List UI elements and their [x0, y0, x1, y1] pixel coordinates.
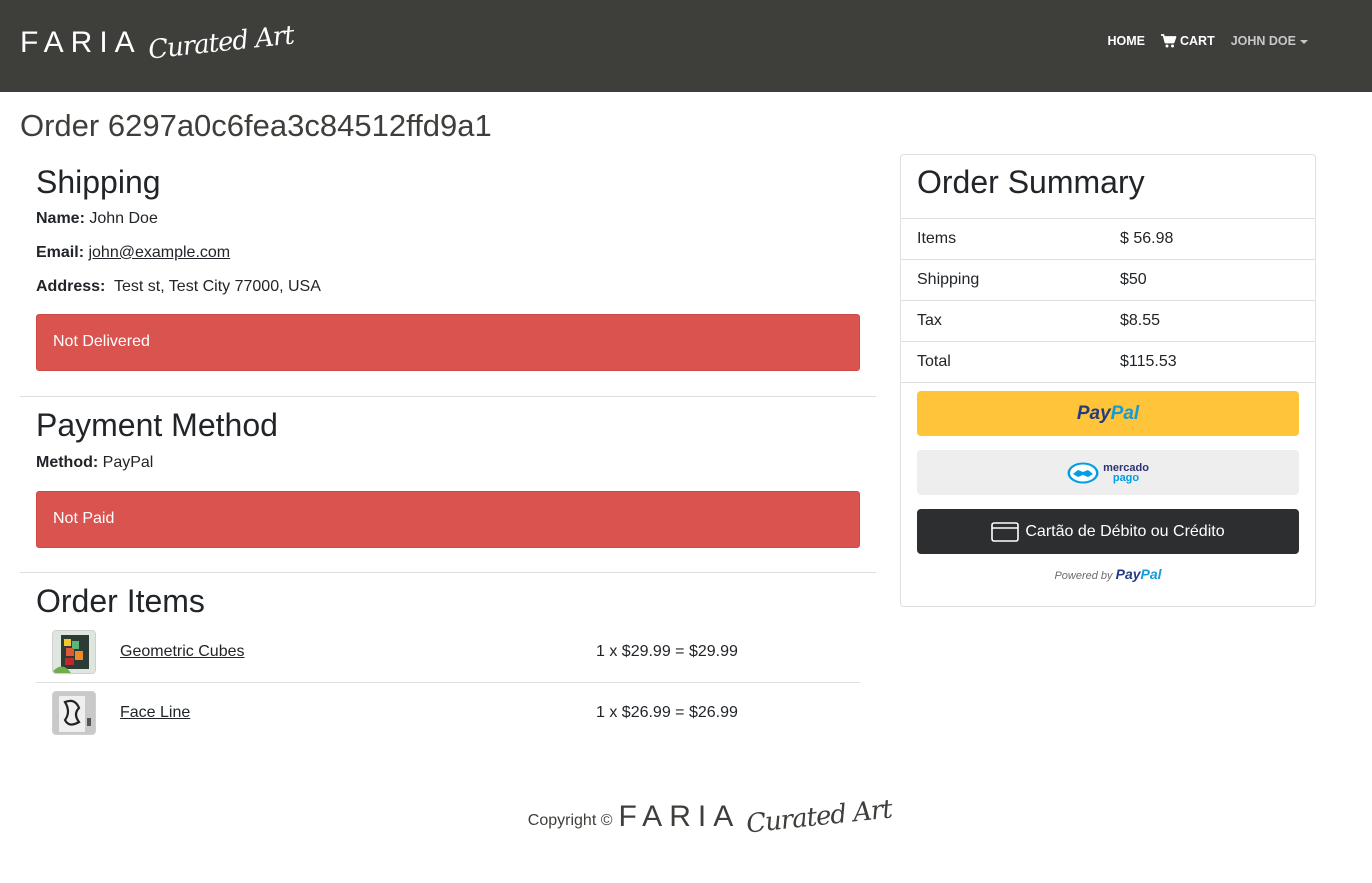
- item-price: 1 x $29.99 = $29.99: [596, 642, 738, 660]
- product-thumbnail[interactable]: [52, 691, 96, 736]
- order-items-section: Order Items Geometric Cubes 1 x $29.99 =…: [20, 583, 876, 744]
- shipping-email-link[interactable]: john@example.com: [88, 244, 230, 261]
- summary-value: $115.53: [1120, 353, 1177, 370]
- payment-heading: Payment Method: [36, 406, 278, 443]
- card-button-label: Cartão de Débito ou Crédito: [1025, 522, 1225, 540]
- product-link[interactable]: Face Line: [120, 704, 596, 722]
- product-thumbnail[interactable]: [52, 629, 96, 674]
- product-link[interactable]: Geometric Cubes: [120, 643, 596, 661]
- brand-word: FARIA: [20, 26, 142, 59]
- shipping-address-label: Address:: [36, 277, 106, 295]
- footer-brand-script: Curated Art: [745, 794, 894, 840]
- order-summary-card: Order Summary Items $ 56.98 Shipping $50…: [900, 154, 1316, 607]
- paypal-logo: PayPal: [1115, 566, 1162, 582]
- nav-home-label: HOME: [1107, 34, 1145, 48]
- delivery-status-alert: Not Delivered: [36, 313, 860, 371]
- footer-brand-word: FARIA: [618, 800, 741, 833]
- powered-by-paypal: Powered by PayPal: [917, 566, 1299, 582]
- navbar: FARIA Curated Art HOME CART JOHN DOE: [0, 0, 1372, 92]
- list-item: Geometric Cubes 1 x $29.99 = $29.99: [36, 621, 860, 682]
- order-details: Shipping Name: John Doe Email: john@exam…: [20, 156, 876, 743]
- debit-credit-card-button[interactable]: Cartão de Débito ou Crédito: [917, 509, 1299, 554]
- handshake-icon: [1067, 462, 1099, 483]
- item-price: 1 x $26.99 = $26.99: [596, 704, 738, 722]
- summary-value: $ 56.98: [1120, 230, 1174, 247]
- summary-label: Items: [917, 230, 957, 247]
- payment-method: Method: PayPal: [36, 454, 860, 472]
- product-image: [53, 630, 95, 673]
- shipping-email: Email: john@example.com: [36, 244, 860, 262]
- user-dropdown[interactable]: JOHN DOE: [1231, 34, 1308, 48]
- shipping-name-label: Name:: [36, 209, 85, 227]
- summary-row-total: Total $115.53: [901, 341, 1315, 382]
- order-items-list: Geometric Cubes 1 x $29.99 = $29.99 Face…: [36, 621, 860, 743]
- chevron-down-icon: [1300, 39, 1308, 44]
- payment-status-alert: Not Paid: [36, 490, 860, 548]
- shipping-section: Shipping Name: John Doe Email: john@exam…: [20, 164, 876, 396]
- cart-icon: [1160, 34, 1177, 48]
- nav-cart-link[interactable]: CART: [1160, 34, 1215, 48]
- payment-section: Payment Method Method: PayPal Not Paid: [20, 407, 876, 572]
- summary-label: Tax: [917, 312, 942, 329]
- shipping-name: Name: John Doe: [36, 210, 860, 228]
- order-items-heading: Order Items: [36, 582, 205, 619]
- summary-row-items: Items $ 56.98: [901, 218, 1315, 259]
- summary-label: Total: [917, 353, 951, 370]
- divider: [20, 395, 876, 397]
- shipping-name-value: John Doe: [89, 209, 158, 227]
- powered-by-label: Powered by: [1054, 570, 1113, 582]
- footer: Copyright © FARIA Curated Art: [0, 794, 1372, 839]
- paypal-button[interactable]: PayPal: [917, 391, 1299, 436]
- shipping-address: Address: Test st, Test City 77000, USA: [36, 278, 860, 296]
- order-summary-heading: Order Summary: [917, 164, 1145, 200]
- shipping-email-label: Email:: [36, 243, 85, 261]
- payment-buttons: PayPal mercado pago Cartão de Débito ou …: [901, 382, 1315, 582]
- summary-row-tax: Tax $8.55: [901, 300, 1315, 341]
- shipping-address-value: Test st, Test City 77000, USA: [113, 277, 321, 295]
- paypal-logo: PayPal: [1076, 402, 1140, 424]
- mercado-pago-logo: mercado pago: [1103, 461, 1149, 484]
- nav-cart-label: CART: [1179, 34, 1215, 48]
- user-dropdown-label: JOHN DOE: [1230, 34, 1296, 48]
- summary-value: $50: [1120, 271, 1147, 288]
- summary-value: $8.55: [1120, 312, 1161, 329]
- brand-logo[interactable]: FARIA Curated Art: [20, 18, 295, 68]
- shipping-heading: Shipping: [36, 164, 161, 200]
- nav-links: HOME CART JOHN DOE: [1091, 34, 1308, 48]
- copyright-text: Copyright ©: [527, 812, 613, 829]
- credit-card-icon: [991, 521, 1020, 542]
- summary-row-shipping: Shipping $50: [901, 259, 1315, 300]
- divider: [20, 571, 876, 573]
- payment-method-value: PayPal: [102, 453, 154, 471]
- list-item: Face Line 1 x $26.99 = $26.99: [36, 682, 860, 743]
- payment-method-label: Method:: [36, 453, 99, 471]
- summary-label: Shipping: [917, 271, 980, 288]
- product-image: [53, 692, 95, 735]
- brand-script: Curated Art: [146, 20, 295, 66]
- mercado-pago-button[interactable]: mercado pago: [917, 450, 1299, 495]
- page-title: Order 6297a0c6fea3c84512ffd9a1: [20, 108, 492, 143]
- nav-home-link[interactable]: HOME: [1107, 34, 1145, 48]
